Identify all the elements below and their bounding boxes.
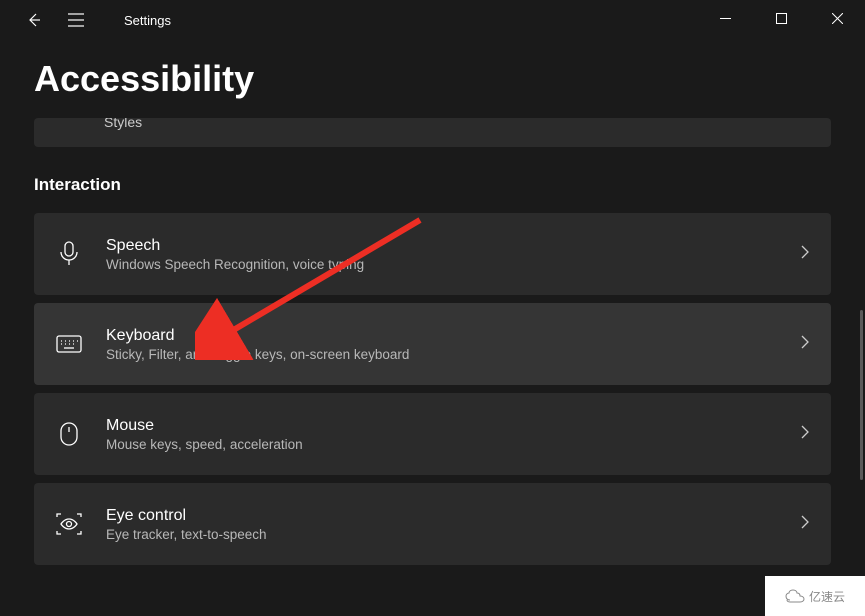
chevron-right-icon [801,245,809,264]
card-title-keyboard: Keyboard [106,327,801,345]
watermark: 亿速云 [765,576,865,616]
card-subtitle-keyboard: Sticky, Filter, and Toggle keys, on-scre… [106,347,801,362]
section-header-interaction: Interaction [34,175,831,195]
maximize-button[interactable] [753,0,809,36]
mouse-icon [56,421,82,447]
maximize-icon [776,13,787,24]
watermark-cloud-icon [785,589,805,603]
app-title: Settings [124,13,171,28]
card-subtitle-speech: Windows Speech Recognition, voice typing [106,257,801,272]
settings-card-mouse[interactable]: Mouse Mouse keys, speed, acceleration [34,393,831,475]
chevron-right-icon [801,515,809,534]
card-text-mouse: Mouse Mouse keys, speed, acceleration [106,417,801,452]
card-subtitle-mouse: Mouse keys, speed, acceleration [106,437,801,452]
chevron-right-icon [801,425,809,444]
partial-settings-card[interactable]: Styles [34,118,831,147]
titlebar: Settings [0,0,865,40]
keyboard-icon [56,331,82,357]
card-text-keyboard: Keyboard Sticky, Filter, and Toggle keys… [106,327,801,362]
partial-card-subtitle: Styles [104,118,142,130]
settings-card-eye-control[interactable]: Eye control Eye tracker, text-to-speech [34,483,831,565]
card-text-eye-control: Eye control Eye tracker, text-to-speech [106,507,801,542]
settings-card-keyboard[interactable]: Keyboard Sticky, Filter, and Toggle keys… [34,303,831,385]
watermark-content: 亿速云 [785,588,845,605]
close-button[interactable] [809,0,865,36]
card-title-eye-control: Eye control [106,507,801,525]
card-subtitle-eye-control: Eye tracker, text-to-speech [106,527,801,542]
minimize-button[interactable] [697,0,753,36]
chevron-right-icon [801,335,809,354]
back-arrow-icon [26,12,42,28]
eye-control-icon [56,511,82,537]
window-controls [697,0,865,36]
card-title-speech: Speech [106,237,801,255]
titlebar-left: Settings [0,8,171,32]
card-text-speech: Speech Windows Speech Recognition, voice… [106,237,801,272]
menu-button[interactable] [64,8,88,32]
settings-card-speech[interactable]: Speech Windows Speech Recognition, voice… [34,213,831,295]
card-title-mouse: Mouse [106,417,801,435]
minimize-icon [720,13,731,24]
back-button[interactable] [22,8,46,32]
page-title: Accessibility [34,58,831,100]
watermark-text: 亿速云 [809,588,845,605]
microphone-icon [56,241,82,267]
close-icon [832,13,843,24]
hamburger-icon [68,13,84,27]
content-area: Accessibility Styles Interaction Speech … [0,58,865,565]
scrollbar-thumb[interactable] [860,310,863,480]
